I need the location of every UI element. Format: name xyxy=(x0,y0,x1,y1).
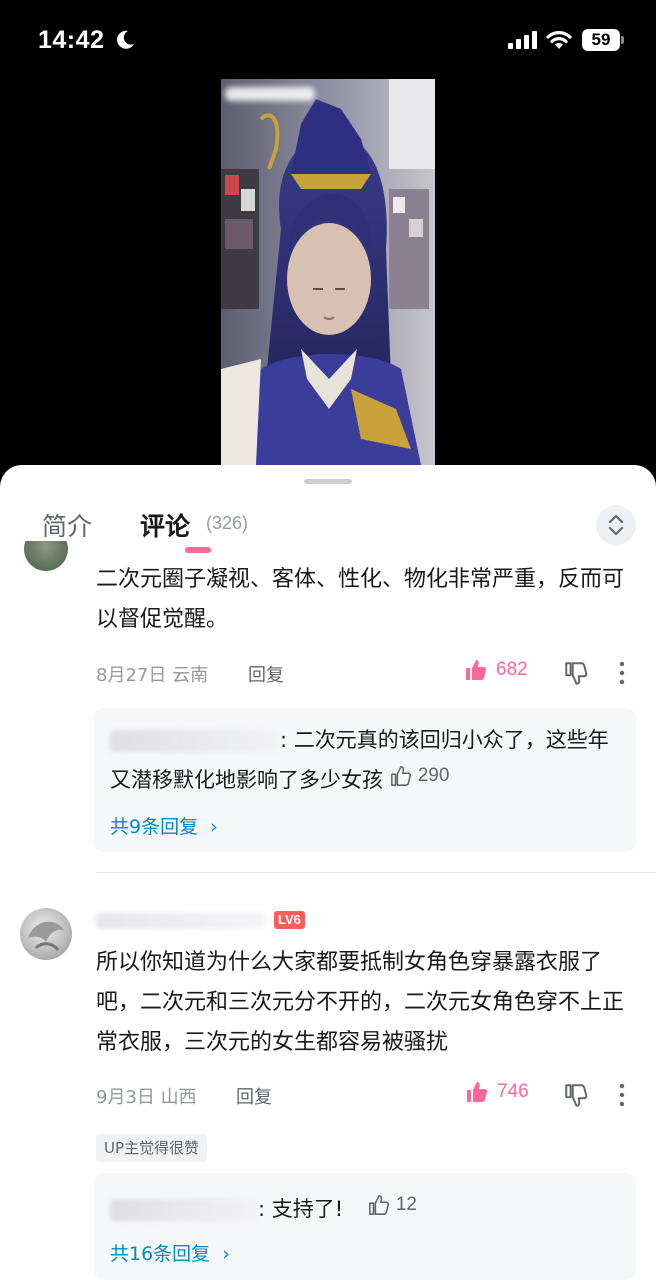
thumbs-down-icon[interactable] xyxy=(563,660,589,686)
thumbs-up-icon xyxy=(466,660,487,680)
up-liked-badge: UP主觉得很赞 xyxy=(96,1134,208,1162)
view-more-replies[interactable]: 共9条回复 › xyxy=(110,812,218,839)
comment-text: 所以你知道为什么大家都要抵制女角色穿暴露衣服了吧，二次元和三次元分不开的，二次元… xyxy=(96,950,625,1055)
active-tab-indicator xyxy=(185,547,211,553)
reply-like-button[interactable]: 290 xyxy=(390,758,450,794)
avatar[interactable] xyxy=(24,541,68,573)
status-bar: 14:42 59 xyxy=(0,0,656,80)
sheet-drag-handle[interactable] xyxy=(304,479,352,484)
reply-item: : 支持了! 12 xyxy=(110,1187,417,1227)
clock: 14:42 xyxy=(38,26,105,54)
comment-date-location: 8月27日 云南 xyxy=(96,665,209,686)
thumbs-up-outline-icon xyxy=(368,1195,389,1215)
avatar[interactable] xyxy=(20,908,72,960)
comment-username[interactable] xyxy=(96,913,266,929)
moon-icon xyxy=(117,30,134,49)
sort-chevrons-icon xyxy=(608,514,624,536)
reply-text: : 支持了! xyxy=(258,1197,344,1221)
like-count: 746 xyxy=(497,1081,529,1102)
divider xyxy=(96,872,656,873)
wifi-icon xyxy=(546,31,572,49)
replies-preview: : 支持了! 12 共16条回复 › xyxy=(94,1173,636,1280)
battery-level: 59 xyxy=(582,29,620,51)
reply-button[interactable]: 回复 xyxy=(236,1083,272,1109)
chevron-right-icon: › xyxy=(210,816,218,838)
sort-button[interactable] xyxy=(596,505,636,545)
reply-username[interactable] xyxy=(110,730,280,752)
comment-text: 二次元圈子凝视、客体、性化、物化非常严重，反而可以督促觉醒。 xyxy=(96,567,625,632)
replies-preview: : 二次元真的该回归小众了，这些年又潜移默化地影响了多少女孩 290 共9条回复… xyxy=(94,708,636,852)
thumbs-up-icon xyxy=(467,1082,488,1102)
like-count: 682 xyxy=(496,659,528,680)
tab-intro[interactable]: 简介 xyxy=(42,507,92,543)
more-icon[interactable] xyxy=(619,661,625,685)
comments-count: (326) xyxy=(206,513,249,533)
comments-sheet: 简介 评论 (326) 二次元圈子凝视、客体、性化、物化非常严重，反而可以督促觉… xyxy=(0,465,656,1280)
more-icon[interactable] xyxy=(619,1083,625,1107)
video-player[interactable] xyxy=(221,79,435,465)
video-frame xyxy=(221,79,435,465)
reply-like-count: 290 xyxy=(417,765,450,786)
reply-button[interactable]: 回复 xyxy=(248,661,284,687)
battery-icon: 59 xyxy=(582,29,624,51)
like-button[interactable]: 682 xyxy=(464,658,528,682)
thumbs-up-outline-icon xyxy=(390,766,411,786)
avatar-image xyxy=(28,921,64,951)
view-more-replies[interactable]: 共16条回复 › xyxy=(110,1239,230,1266)
comment-date-location: 9月3日 山西 xyxy=(96,1087,197,1108)
reply-like-button[interactable]: 12 xyxy=(368,1187,417,1223)
reply-like-count: 12 xyxy=(395,1194,417,1215)
cellular-signal-icon xyxy=(508,31,537,49)
view-more-replies-label: 共16条回复 xyxy=(110,1243,211,1265)
thumbs-down-icon[interactable] xyxy=(563,1082,589,1108)
view-more-replies-label: 共9条回复 xyxy=(110,816,199,838)
chevron-right-icon: › xyxy=(222,1243,230,1265)
like-button[interactable]: 746 xyxy=(465,1080,529,1104)
tab-comments[interactable]: 评论 xyxy=(140,507,190,543)
reply-item: : 二次元真的该回归小众了，这些年又潜移默化地影响了多少女孩 290 xyxy=(110,722,622,798)
reply-username[interactable] xyxy=(110,1199,258,1221)
level-badge: LV6 xyxy=(274,911,305,929)
